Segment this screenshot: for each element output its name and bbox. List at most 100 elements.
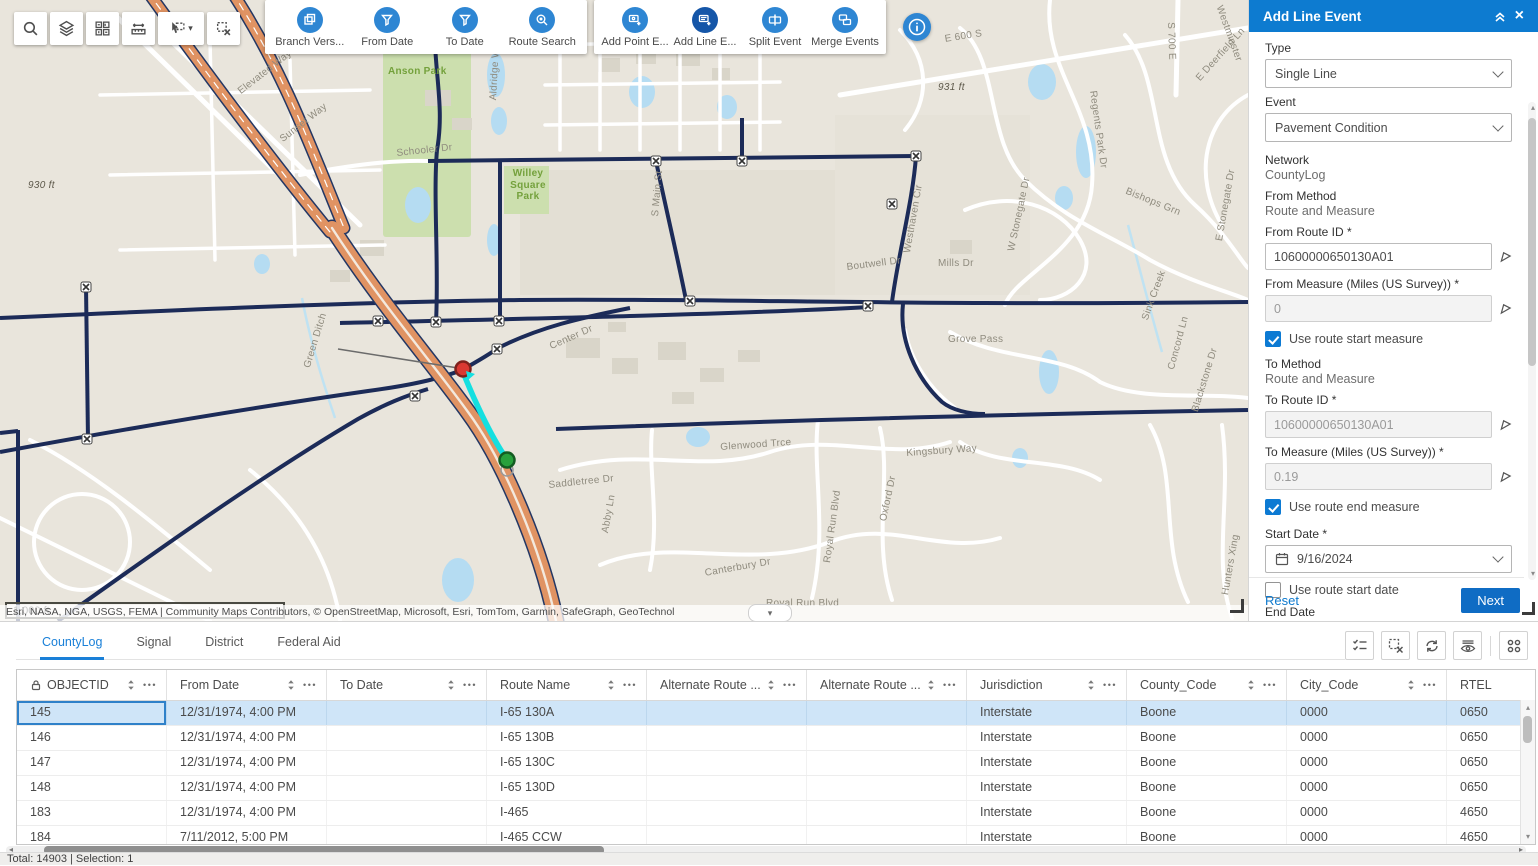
scroll-up-icon[interactable]: ▴ xyxy=(1531,104,1535,112)
from-route-id-input[interactable] xyxy=(1265,243,1492,270)
tool-from-date[interactable]: From Date xyxy=(349,7,425,48)
cell[interactable] xyxy=(807,776,967,800)
scroll-up-icon[interactable]: ▴ xyxy=(1521,703,1535,712)
cell[interactable]: Interstate xyxy=(967,701,1127,725)
hide-fields-button[interactable] xyxy=(1453,631,1482,660)
cell[interactable]: I-65 130C xyxy=(487,751,647,775)
panel-scroll-thumb[interactable] xyxy=(1528,118,1536,366)
table-row[interactable]: 183 12/31/1974, 4:00 PM I-465 Interstate… xyxy=(17,801,1535,826)
scroll-down-icon[interactable]: ▾ xyxy=(1521,832,1535,841)
cell[interactable]: Interstate xyxy=(967,751,1127,775)
column-menu-icon[interactable]: ••• xyxy=(943,680,957,690)
cell[interactable]: Boone xyxy=(1127,701,1287,725)
cell[interactable] xyxy=(647,701,807,725)
tool-to-date[interactable]: To Date xyxy=(427,7,503,48)
map-canvas[interactable] xyxy=(0,0,1248,621)
cell[interactable]: 12/31/1974, 4:00 PM xyxy=(167,801,327,825)
tab-federal-aid[interactable]: Federal Aid xyxy=(275,622,342,660)
column-header-to-date[interactable]: To Date••• xyxy=(327,670,487,700)
sort-icon[interactable] xyxy=(1087,679,1095,691)
table-row[interactable]: 147 12/31/1974, 4:00 PM I-65 130C Inters… xyxy=(17,751,1535,776)
sort-icon[interactable] xyxy=(127,679,135,691)
cell[interactable] xyxy=(327,801,487,825)
column-menu-icon[interactable]: ••• xyxy=(623,680,637,690)
table-row[interactable]: 184 7/11/2012, 5:00 PM I-465 CCW Interst… xyxy=(17,826,1535,845)
cell[interactable] xyxy=(647,751,807,775)
cell[interactable] xyxy=(327,776,487,800)
column-menu-icon[interactable]: ••• xyxy=(1423,680,1437,690)
column-header-alternate-route-2[interactable]: Alternate Route ...••• xyxy=(807,670,967,700)
cell[interactable]: 7/11/2012, 5:00 PM xyxy=(167,826,327,845)
cell[interactable]: I-65 130B xyxy=(487,726,647,750)
tool-route-search[interactable]: Route Search xyxy=(504,7,580,48)
measure-button[interactable] xyxy=(122,12,155,45)
cell[interactable]: 183 xyxy=(17,801,167,825)
tab-district[interactable]: District xyxy=(203,622,245,660)
scroll-down-icon[interactable]: ▾ xyxy=(1531,570,1535,578)
table-row[interactable]: 148 12/31/1974, 4:00 PM I-65 130D Inters… xyxy=(17,776,1535,801)
sort-icon[interactable] xyxy=(927,679,935,691)
column-header-from-date[interactable]: From Date••• xyxy=(167,670,327,700)
table-vscroll-thumb[interactable] xyxy=(1523,716,1532,743)
cell[interactable]: 12/31/1974, 4:00 PM xyxy=(167,776,327,800)
cell[interactable]: 148 xyxy=(17,776,167,800)
collapse-panel-button[interactable] xyxy=(1489,9,1511,23)
table-options-button[interactable] xyxy=(1499,631,1528,660)
layers-button[interactable] xyxy=(50,12,83,45)
cell[interactable]: 184 xyxy=(17,826,167,845)
sort-icon[interactable] xyxy=(447,679,455,691)
cell[interactable]: I-465 xyxy=(487,801,647,825)
close-panel-button[interactable]: × xyxy=(1511,8,1528,24)
column-menu-icon[interactable]: ••• xyxy=(143,680,157,690)
column-header-alternate-route-1[interactable]: Alternate Route ...••• xyxy=(647,670,807,700)
cell[interactable]: 0000 xyxy=(1287,776,1447,800)
column-header-objectid[interactable]: OBJECTID ••• xyxy=(17,670,167,700)
sort-icon[interactable] xyxy=(1407,679,1415,691)
cell[interactable]: Boone xyxy=(1127,726,1287,750)
cell[interactable]: Interstate xyxy=(967,726,1127,750)
cell[interactable] xyxy=(807,826,967,845)
column-menu-icon[interactable]: ••• xyxy=(303,680,317,690)
sort-icon[interactable] xyxy=(287,679,295,691)
tab-signal[interactable]: Signal xyxy=(134,622,173,660)
column-header-rtel[interactable]: RTEL xyxy=(1447,670,1535,700)
pick-from-measure-icon[interactable] xyxy=(1499,302,1512,315)
cell[interactable]: I-65 130D xyxy=(487,776,647,800)
reset-link[interactable]: Reset xyxy=(1265,593,1461,608)
cell[interactable]: 0000 xyxy=(1287,701,1447,725)
search-button[interactable] xyxy=(14,12,47,45)
event-select[interactable]: Pavement Condition xyxy=(1265,113,1512,142)
panel-resize-handle[interactable] xyxy=(1522,602,1535,615)
type-select[interactable]: Single Line xyxy=(1265,59,1512,88)
cell[interactable] xyxy=(807,701,967,725)
column-menu-icon[interactable]: ••• xyxy=(1263,680,1277,690)
sort-icon[interactable] xyxy=(607,679,615,691)
next-button[interactable]: Next xyxy=(1461,588,1520,613)
cell[interactable]: Boone xyxy=(1127,826,1287,845)
refresh-button[interactable] xyxy=(1417,631,1446,660)
panel-scrollbar[interactable]: ▴ ▾ xyxy=(1528,102,1536,580)
cell[interactable]: 12/31/1974, 4:00 PM xyxy=(167,701,327,725)
basemap-gallery-button[interactable] xyxy=(86,12,119,45)
use-route-start-measure-checkbox[interactable]: Use route start measure xyxy=(1265,331,1512,347)
cell[interactable] xyxy=(807,801,967,825)
cell[interactable] xyxy=(647,776,807,800)
pick-to-measure-icon[interactable] xyxy=(1499,470,1512,483)
tool-branch-versions[interactable]: Branch Vers... xyxy=(272,7,348,48)
attribution-collapse-button[interactable]: ▾ xyxy=(748,604,792,621)
clear-table-selection-button[interactable] xyxy=(1381,631,1410,660)
cell[interactable]: Boone xyxy=(1127,801,1287,825)
info-button[interactable] xyxy=(903,13,931,41)
cell[interactable]: 0000 xyxy=(1287,826,1447,845)
start-date-input[interactable]: 9/16/2024 xyxy=(1265,545,1512,573)
table-row[interactable]: 145 12/31/1974, 4:00 PM I-65 130A Inters… xyxy=(17,701,1535,726)
pick-from-route-icon[interactable] xyxy=(1499,250,1512,263)
column-menu-icon[interactable]: ••• xyxy=(783,680,797,690)
cell[interactable]: Interstate xyxy=(967,826,1127,845)
cell[interactable]: 0000 xyxy=(1287,751,1447,775)
cell[interactable] xyxy=(327,826,487,845)
cell[interactable]: Boone xyxy=(1127,751,1287,775)
cell[interactable] xyxy=(327,751,487,775)
column-header-county-code[interactable]: County_Code••• xyxy=(1127,670,1287,700)
clear-selection-button[interactable] xyxy=(207,12,240,45)
